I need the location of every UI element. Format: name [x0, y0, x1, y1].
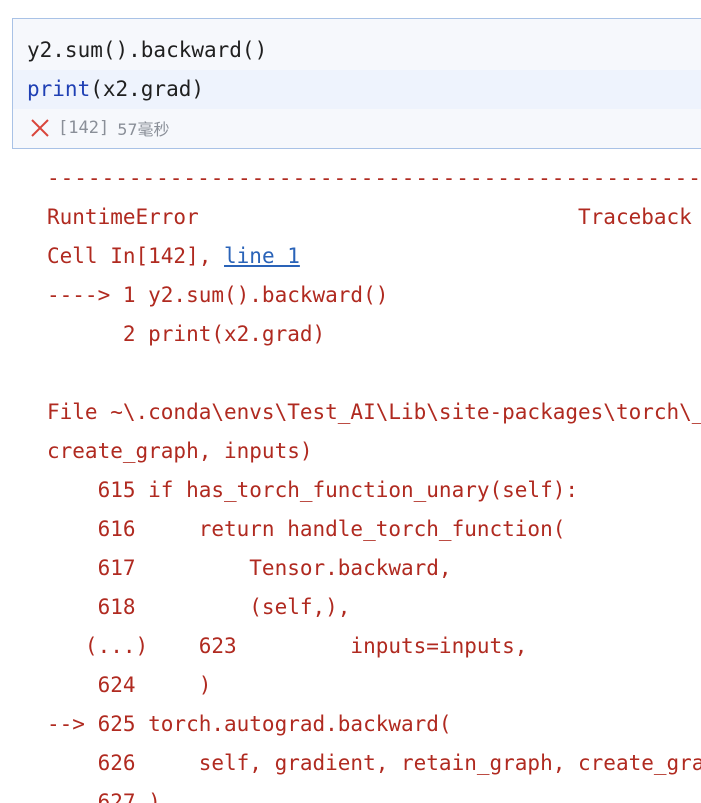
traceback-blank	[47, 354, 701, 393]
traceback-line: 617 Tensor.backward,	[47, 556, 452, 580]
code-cell[interactable]: y2.sum().backward() print(x2.grad) [142]…	[12, 18, 701, 149]
cell-ref-text: Cell In[142],	[47, 244, 225, 268]
traceback-line: --> 625 torch.autograd.backward(	[47, 712, 452, 736]
print-args: (x2.grad)	[90, 77, 205, 101]
error-x-icon	[29, 117, 51, 139]
traceback-cell-ref: Cell In[142], line 1	[47, 237, 701, 276]
traceback-line: 618 (self,),	[47, 595, 351, 619]
traceback-line: 626 self, gradient, retain_graph, create…	[97, 751, 701, 775]
traceback-header: RuntimeError Traceback (most recent call…	[47, 205, 692, 229]
print-keyword: print	[27, 77, 91, 101]
traceback-line: create_graph, inputs)	[47, 439, 313, 463]
code-line-1[interactable]: y2.sum().backward()	[27, 31, 267, 70]
execution-duration: 57毫秒	[117, 120, 170, 139]
traceback-line: (...) 623 inputs=inputs,	[47, 634, 528, 658]
line-1-link[interactable]: line 1	[224, 244, 300, 268]
traceback-file-ref: File ~\.conda\envs\Test_AI\Lib\site-pack…	[47, 400, 701, 424]
traceback-line: 616 return handle_torch_function(	[47, 517, 566, 541]
execution-status: [142] 57毫秒	[29, 115, 170, 141]
error-output: ----------------------------------------…	[47, 159, 701, 803]
traceback-line: ----> 1 y2.sum().backward()	[47, 283, 389, 307]
traceback-separator: ----------------------------------------…	[47, 166, 701, 190]
traceback-line: 615 if has_torch_function_unary(self):	[47, 478, 579, 502]
traceback-line: 624 )	[47, 673, 212, 697]
code-line-2-current[interactable]: print(x2.grad)	[13, 70, 701, 109]
traceback-line: 627 )	[47, 790, 161, 803]
traceback-line: 2 print(x2.grad)	[47, 322, 326, 346]
execution-count: [142]	[58, 118, 110, 138]
